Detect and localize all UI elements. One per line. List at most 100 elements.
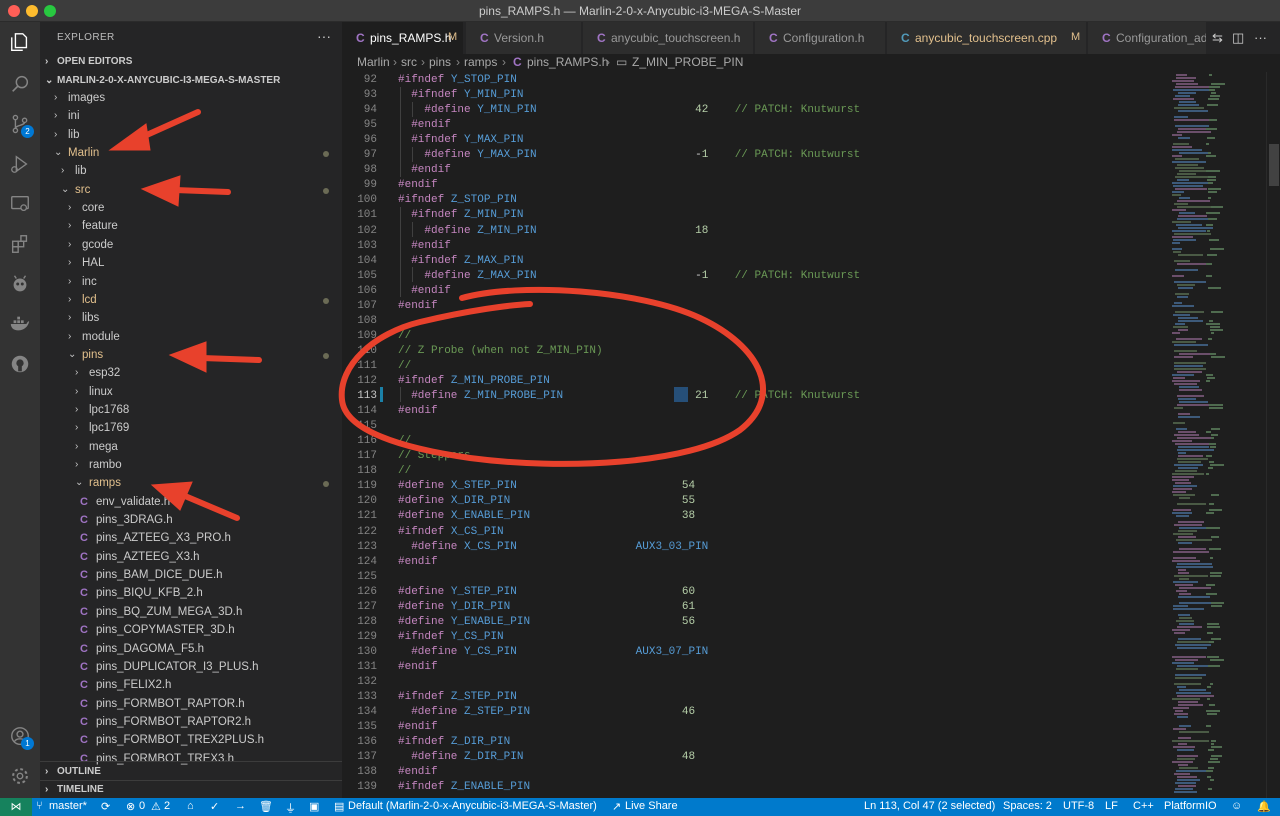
extensions-icon[interactable] [0,224,40,264]
cursor-position[interactable]: Ln 113, Col 47 (2 selected) [864,800,995,812]
check-icon[interactable]: ✓ [210,800,219,813]
tab-anycubic-touchscreen-h[interactable]: C anycubic_touchscreen.h [583,22,754,54]
folder-item[interactable]: › lib [40,163,342,181]
chevron-right-icon: › [75,440,79,452]
arrow-right-icon[interactable]: → [235,800,246,812]
docker-icon[interactable] [0,304,40,344]
file-item[interactable]: Cpins_AZTEEG_X3_PRO.h [40,530,342,548]
timeline-section[interactable]: › TIMELINE [40,781,342,798]
source-control-icon[interactable]: 2 [0,104,40,144]
file-item[interactable]: Cpins_BIQU_KFB_2.h [40,585,342,603]
file-item[interactable]: Cpins_BAM_DICE_DUE.h [40,567,342,585]
split-editor-icon[interactable]: ◫ [1232,30,1244,46]
folder-item[interactable]: › images [40,90,342,108]
tab-configuration[interactable]: C Configuration.h [755,22,886,54]
folder-item[interactable]: ⌄ Marlin [40,145,342,163]
code-editor[interactable]: 92 #ifndef Y_STOP_PIN 93 #ifndef Y_MIN_PIN… [342,72,1166,798]
code-text: #ifndef Z_DIR_PIN [398,736,511,749]
code-line: 100 #ifndef Z_STOP_PIN [342,194,1166,209]
tab-version[interactable]: C Version.h [466,22,582,54]
scrollbar-thumb[interactable] [1269,144,1279,186]
encoding[interactable]: UTF-8 [1063,800,1094,812]
folder-item[interactable]: › lpc1768 [40,402,342,420]
settings-gear-icon[interactable] [0,756,40,796]
more-actions-button[interactable]: ··· [317,28,331,44]
file-item[interactable]: Cpins_FELIX2.h [40,677,342,695]
breadcrumb-symbol[interactable]: Z_MIN_PROBE_PIN [632,55,743,69]
editor-scrollbar[interactable] [1266,72,1280,798]
folder-item[interactable]: › linux [40,384,342,402]
file-item[interactable]: Cpins_3DRAG.h [40,512,342,530]
breadcrumb-ramps[interactable]: ramps [464,55,497,69]
home-icon[interactable]: ⌂ [187,800,194,812]
breadcrumb-pins[interactable]: pins [429,55,451,69]
folder-item[interactable]: ⌄ ramps [40,475,342,493]
minimap[interactable] [1166,72,1266,798]
file-item[interactable]: Cpins_FORMBOT_RAPTOR2.h [40,714,342,732]
notifications-bell-icon[interactable]: 🔔 [1257,800,1271,813]
run-debug-icon[interactable] [0,144,40,184]
terminal-icon[interactable]: ▣ [309,800,319,813]
file-item[interactable]: Cpins_FORMBOT_TREX2PLUS.h [40,732,342,750]
file-item[interactable]: Cpins_DAGOMA_F5.h [40,641,342,659]
remote-indicator-icon[interactable]: ⋈ [0,798,32,816]
tab-pins-ramps[interactable]: C pins_RAMPS.h M × [342,22,464,54]
search-icon[interactable] [0,64,40,104]
indentation[interactable]: Spaces: 2 [1003,800,1052,812]
chevron-right-icon: › [75,403,79,415]
plug-icon[interactable]: ⏚ [285,800,296,816]
warning-count[interactable]: 2 [164,800,170,812]
folder-item[interactable]: ⌄ src [40,182,342,200]
branch-name[interactable]: master* [49,800,87,812]
code-line: 113 #define Z_MIN_PROBE_PIN 21 // PATCH:… [342,390,1166,405]
language-mode[interactable]: C++ [1133,800,1154,812]
sync-icon[interactable]: ⟳ [101,800,110,813]
file-item[interactable]: Cpins_BQ_ZUM_MEGA_3D.h [40,604,342,622]
file-item[interactable]: Cpins_AZTEEG_X3.h [40,549,342,567]
folder-item[interactable]: › gcode [40,237,342,255]
project-env[interactable]: Default (Marlin-2-0-x-Anycubic-i3-MEGA-S… [348,800,597,812]
trash-icon[interactable]: 🗑 [259,800,273,813]
end-of-line[interactable]: LF [1105,800,1118,812]
github-icon[interactable] [0,344,40,384]
folder-item[interactable]: › lcd [40,292,342,310]
file-item[interactable]: Cpins_DUPLICATOR_I3_PLUS.h [40,659,342,677]
folder-item[interactable]: ⌄ pins [40,347,342,365]
explorer-icon[interactable] [0,22,40,62]
accounts-icon[interactable]: 1 [0,716,40,756]
more-icon[interactable]: ··· [1254,30,1267,45]
breadcrumb-marlin[interactable]: Marlin [357,55,390,69]
code-line: 109 // [342,330,1166,345]
remote-explorer-icon[interactable] [0,184,40,224]
modified-indicator [323,187,329,194]
folder-item[interactable]: › mega [40,439,342,457]
open-editors-section[interactable]: › OPEN EDITORS [40,53,342,71]
folder-item[interactable]: › core [40,200,342,218]
file-item[interactable]: Cpins_COPYMASTER_3D.h [40,622,342,640]
breadcrumb-src[interactable]: src [401,55,417,69]
compare-icon[interactable]: ⇆ [1212,30,1223,46]
code-line: 96 #ifndef Y_MAX_PIN [342,134,1166,149]
error-count[interactable]: 0 [139,800,145,812]
folder-item[interactable]: › lib [40,127,342,145]
folder-item[interactable]: › inc [40,274,342,292]
file-item[interactable]: Cenv_validate.h [40,494,342,512]
folder-item[interactable]: › module [40,329,342,347]
folder-item[interactable]: › libs [40,310,342,328]
chevron-right-icon: › [61,165,65,177]
live-share-button[interactable]: Live Share [625,800,678,812]
feedback-icon[interactable]: ☺ [1231,800,1242,812]
folder-item[interactable]: › HAL [40,255,342,273]
platformio-icon[interactable] [0,264,40,304]
folder-item[interactable]: › rambo [40,457,342,475]
folder-item[interactable]: › feature [40,218,342,236]
folder-item[interactable]: › lpc1769 [40,420,342,438]
folder-item[interactable]: › esp32 [40,365,342,383]
outline-section[interactable]: › OUTLINE [40,763,342,781]
folder-item[interactable]: › ini [40,108,342,126]
platformio-indicator[interactable]: PlatformIO [1164,800,1217,812]
workspace-root-section[interactable]: ⌄ MARLIN-2-0-X-ANYCUBIC-I3-MEGA-S-MASTER [40,72,342,90]
breadcrumb-file[interactable]: pins_RAMPS.h [527,55,608,69]
tab-anycubic-touchscreen-cpp[interactable]: C anycubic_touchscreen.cpp M [887,22,1087,54]
file-item[interactable]: Cpins_FORMBOT_RAPTOR.h [40,696,342,714]
